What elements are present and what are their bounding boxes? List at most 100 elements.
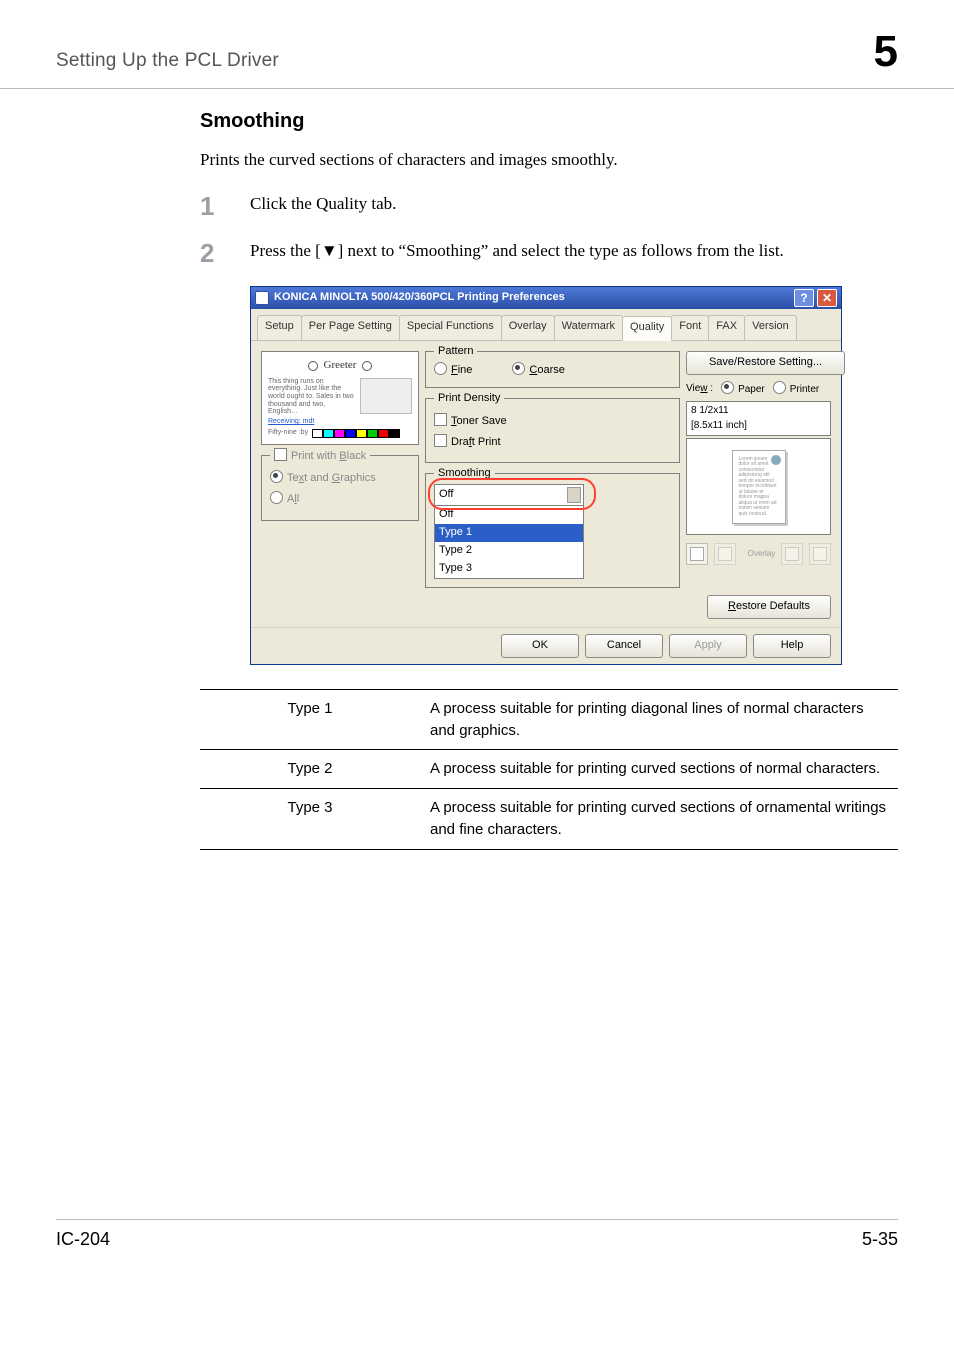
tab-strip: SetupPer Page SettingSpecial FunctionsOv… [251,309,841,341]
radio-icon[interactable] [434,362,447,375]
tab-font[interactable]: Font [671,315,709,340]
opt-tonersave: Toner Save [451,415,507,427]
app-icon [255,291,269,305]
restore-defaults-button[interactable]: Restore Defaults [707,595,831,619]
smoothing-option[interactable]: Type 1 [435,524,583,542]
save-restore-button[interactable]: Save/Restore Setting... [686,351,845,375]
help-window-button[interactable]: ? [794,289,814,307]
table-row: Type 2A process suitable for printing cu… [200,750,898,789]
section-intro: Prints the curved sections of characters… [200,148,898,173]
opt-all: All [287,493,299,505]
tab-watermark[interactable]: Watermark [554,315,623,340]
preferences-dialog: KONICA MINOLTA 500/420/360PCL Printing P… [250,286,842,665]
chapter-number: 5 [874,20,898,84]
pattern-group: Pattern Fine Coarse [425,351,680,388]
step-1-text: Click the Quality tab. [250,194,396,213]
smoothing-dropdown[interactable]: Off OffType 1Type 2Type 3 [434,484,584,579]
preview-link: Receiving: mdt [268,417,412,427]
opt-paper: Paper [738,384,765,395]
pattern-title: Pattern [434,344,477,360]
bullet-icon [362,361,372,371]
type-desc: A process suitable for printing curved s… [420,750,898,789]
smoothing-dropdown-list[interactable]: OffType 1Type 2Type 3 [434,506,584,579]
paper-size-name: 8 1/2x11 [691,404,826,419]
radio-icon[interactable] [512,362,525,375]
opt-text-graphics: Text and Graphics [287,472,376,484]
preview-title: Greeter [324,358,357,374]
opt-coarse: Coarse [529,364,564,376]
radio-icon[interactable] [270,470,283,483]
radio-icon[interactable] [773,381,786,394]
apply-button[interactable]: Apply [669,634,747,658]
type-desc: A process suitable for printing curved s… [420,789,898,850]
bullet-icon [308,361,318,371]
close-window-button[interactable]: ✕ [817,289,837,307]
print-with-black-label: Print with Black [291,450,366,462]
tab-quality[interactable]: Quality [622,316,672,341]
dialog-titlebar[interactable]: KONICA MINOLTA 500/420/360PCL Printing P… [251,287,841,309]
print-density-title: Print Density [434,391,504,407]
help-button[interactable]: Help [753,634,831,658]
checkbox-icon[interactable] [434,413,447,426]
table-row: Type 3A process suitable for printing cu… [200,789,898,850]
preview-blurb: This thing runs on everything. Just like… [268,378,356,416]
smoothing-value: Off [439,488,453,500]
opt-draft: Draft Print [451,436,501,448]
step-2-number: 2 [200,235,214,273]
checkbox-icon[interactable] [434,434,447,447]
layout-icon[interactable] [714,543,736,565]
smoothing-option[interactable]: Type 2 [435,542,583,560]
color-swatches [312,429,400,438]
view-label: View : [686,382,713,397]
smoothing-option[interactable]: Type 3 [435,560,583,578]
smoothing-group: Smoothing Off OffType 1Type 2Type 3 [425,473,680,588]
preview-subtext: Fifty-nine :by [268,429,308,437]
ok-button[interactable]: OK [501,634,579,658]
paper-size-dim: [8.5x11 inch] [691,419,826,434]
tab-fax[interactable]: FAX [708,315,745,340]
tab-setup[interactable]: Setup [257,315,302,340]
tab-version[interactable]: Version [744,315,797,340]
tab-overlay[interactable]: Overlay [501,315,555,340]
type-name: Type 3 [200,789,420,850]
preview-image [360,378,412,414]
type-name: Type 1 [200,689,420,750]
smoothing-title: Smoothing [434,466,495,482]
checkbox-icon[interactable] [274,448,287,461]
layout-icon[interactable] [809,543,831,565]
layout-icon-toolbar: Overlay [686,543,831,565]
chevron-down-icon [569,491,577,495]
running-head: Setting Up the PCL Driver [56,47,874,75]
layout-icon[interactable] [781,543,803,565]
print-with-black-group: Print with Black Text and Graphics All [261,455,419,521]
print-density-group: Print Density Toner Save Draft Print [425,398,680,464]
overlay-badge: Overlay [748,548,776,560]
opt-fine: Fine [451,364,472,376]
layout-icon[interactable] [686,543,708,565]
cancel-button[interactable]: Cancel [585,634,663,658]
document-preview: Greeter This thing runs on everything. J… [261,351,419,446]
smoothing-types-table: Type 1A process suitable for printing di… [200,689,898,850]
step-1: 1 Click the Quality tab. [200,192,898,217]
type-name: Type 2 [200,750,420,789]
dialog-footer: OK Cancel Apply Help [251,627,841,664]
tab-special-functions[interactable]: Special Functions [399,315,502,340]
tab-per-page-setting[interactable]: Per Page Setting [301,315,400,340]
dialog-screenshot: KONICA MINOLTA 500/420/360PCL Printing P… [250,286,840,665]
paper-size-display: 8 1/2x11 [8.5x11 inch] [686,401,831,436]
step-2: 2 Press the [▼] next to “Smoothing” and … [200,239,898,264]
radio-icon[interactable] [270,491,283,504]
page-preview: Lorem ipsum dolor sit amet consectetur a… [686,438,831,535]
smoothing-dropdown-field[interactable]: Off [434,484,584,506]
table-row: Type 1A process suitable for printing di… [200,689,898,750]
footer-left: IC-204 [56,1226,862,1252]
section-title: Smoothing [200,107,898,136]
footer-right: 5-35 [862,1226,898,1252]
smoothing-option[interactable]: Off [435,506,583,524]
type-desc: A process suitable for printing diagonal… [420,689,898,750]
radio-icon[interactable] [721,381,734,394]
step-2-text: Press the [▼] next to “Smoothing” and se… [250,241,784,260]
step-1-number: 1 [200,188,214,226]
opt-printer: Printer [790,384,819,395]
dialog-title: KONICA MINOLTA 500/420/360PCL Printing P… [274,290,791,306]
